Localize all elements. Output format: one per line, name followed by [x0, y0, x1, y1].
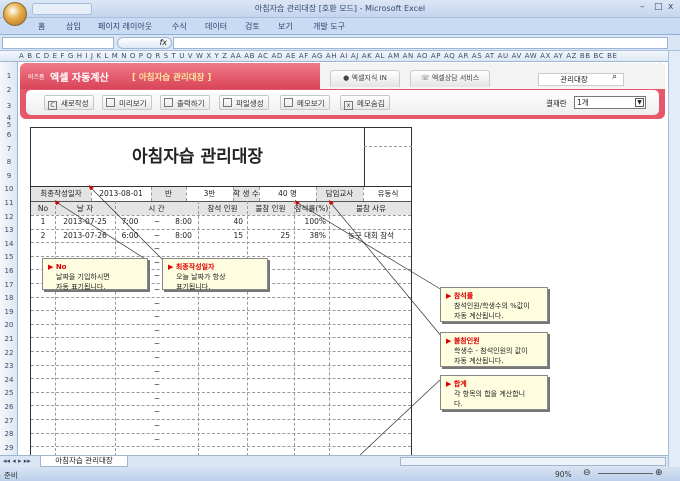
callout-title: 최종작성일자 [168, 262, 262, 272]
callout-no: No날짜을 기입하시면 자동 표기됩니다. [42, 258, 148, 291]
callout-connectors [55, 185, 443, 456]
zoom-in-icon[interactable]: ⊕ [655, 468, 663, 478]
callout-absent: 불참인원학생수 - 참석인원의 값이 자동 계산됩니다. [440, 332, 548, 367]
callout-body: 학생수 - 참석인원의 값이 자동 계산됩니다. [454, 347, 528, 365]
zoom-level: 90% [555, 470, 572, 479]
tab-sheet[interactable]: 아침자습 관리대장 [40, 456, 128, 467]
horizontal-scrollbar[interactable] [400, 457, 666, 466]
sheet-tabs-bar: ◂◂ ◂ ▸ ▸▸ 아침자습 관리대장 [0, 455, 668, 467]
callout-last-date: 최종작성일자오늘 날짜가 항상 표기됩니다. [162, 258, 268, 291]
callout-body: 각 항목의 합을 계산합니 다. [454, 390, 526, 408]
callout-title: No [48, 262, 142, 272]
zoom-slider[interactable] [598, 473, 653, 474]
callout-body: 참석인원/학생수의 %값이 자동 계산됩니다. [454, 302, 530, 320]
zoom-out-icon[interactable]: ⊖ [583, 468, 591, 478]
status-bar: 준비 90% ⊖ ⊕ [0, 467, 680, 481]
status-ready: 준비 [4, 471, 18, 480]
callout-title: 합계 [446, 379, 542, 389]
callout-title: 참석률 [446, 291, 542, 301]
tab-nav-arrows[interactable]: ◂◂ ◂ ▸ ▸▸ [3, 457, 31, 465]
callout-rate: 참석률참석인원/학생수의 %값이 자동 계산됩니다. [440, 287, 548, 322]
callout-total: 합계각 항목의 합을 계산합니 다. [440, 375, 548, 410]
callout-body: 날짜을 기입하시면 자동 표기됩니다. [56, 273, 110, 291]
callout-body: 오늘 날짜가 항상 표기됩니다. [176, 273, 226, 291]
callout-title: 불참인원 [446, 336, 542, 346]
